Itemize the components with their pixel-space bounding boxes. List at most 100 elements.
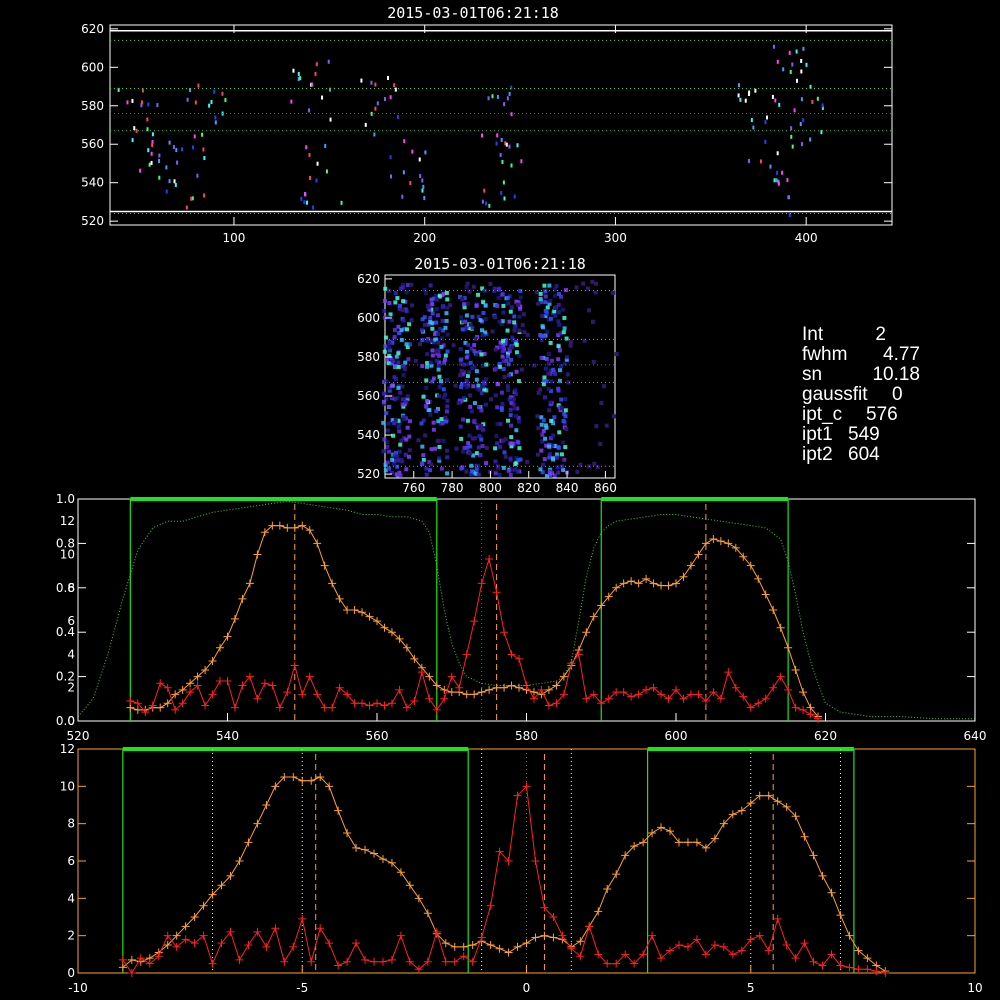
map-pixel — [556, 344, 561, 349]
orange-data-point — [500, 683, 509, 692]
map-pixel — [789, 69, 792, 74]
info-value: 4.77 — [883, 344, 920, 365]
map-pixel — [816, 96, 819, 101]
orange-data-point — [468, 941, 477, 949]
info-key: Int — [802, 324, 824, 345]
map-pixel — [499, 390, 504, 395]
map-pixel — [437, 384, 442, 389]
red-data-point — [507, 650, 516, 659]
map-pixel — [539, 422, 544, 427]
red-data-point — [156, 679, 165, 688]
y-tick-label: 6 — [67, 854, 75, 868]
red-data-point — [253, 694, 262, 703]
map-pixel — [506, 301, 511, 306]
orange-data-point — [612, 870, 621, 879]
red-data-point — [223, 677, 232, 686]
map-pixel — [194, 100, 197, 105]
map-pixel — [424, 150, 427, 155]
map-pixel — [546, 361, 551, 366]
map-pixel — [393, 291, 398, 296]
red-y-tick-label: 10 — [60, 548, 75, 562]
map-pixel — [387, 404, 392, 409]
map-pixel — [303, 192, 306, 197]
red-data-point — [417, 668, 426, 677]
map-pixel — [513, 414, 518, 419]
map-pixel — [381, 449, 386, 454]
map-pixel — [428, 283, 433, 288]
map-pixel — [407, 434, 412, 439]
map-pixel — [521, 312, 526, 317]
x-tick-label: 780 — [441, 481, 464, 495]
map-pixel — [409, 282, 414, 287]
map-pixel — [466, 441, 471, 446]
orange-data-point — [328, 579, 337, 588]
map-pixel — [474, 352, 479, 357]
orange-data-point — [582, 628, 591, 637]
map-pixel — [778, 102, 781, 107]
map-pixel — [514, 342, 519, 347]
red-data-point — [746, 703, 755, 712]
red-data-point — [809, 957, 818, 966]
red-data-point — [791, 954, 800, 963]
map-pixel — [305, 200, 308, 205]
map-pixel — [765, 115, 768, 120]
map-pixel — [469, 469, 474, 474]
map-pixel — [437, 353, 442, 358]
x-tick-label: 540 — [216, 729, 239, 743]
red-data-point — [791, 703, 800, 712]
map-pixel — [467, 370, 472, 375]
y-tick-label: 520 — [81, 214, 104, 228]
red-data-point — [208, 959, 217, 968]
map-pixel — [468, 404, 473, 409]
map-pixel — [511, 397, 516, 402]
profile-plot-velocity: -10 -5 0 5 10 0 2 4 6 8 10 12 — [60, 742, 983, 995]
y-tick-label: 540 — [81, 176, 104, 190]
map-pixel — [425, 352, 430, 357]
map-pixel — [146, 117, 149, 122]
map-pixel — [494, 433, 499, 438]
map-pixel — [754, 88, 757, 93]
map-pixel — [472, 401, 477, 406]
map-pixel — [439, 466, 444, 471]
map-pixel — [559, 452, 564, 457]
map-pixel — [389, 318, 394, 323]
info-key: ipt2 — [802, 444, 833, 465]
x-tick-label: 520 — [67, 729, 90, 743]
map-pixel — [396, 472, 401, 477]
x-tick-label: 800 — [479, 481, 502, 495]
red-data-point — [582, 694, 591, 703]
map-pixel — [557, 322, 562, 327]
map-pixel — [477, 387, 482, 392]
red-data-point — [361, 955, 370, 964]
map-pixel — [398, 442, 403, 447]
red-data-point — [387, 699, 396, 708]
map-pixel — [459, 362, 464, 367]
map-pixel — [559, 406, 564, 411]
map-pixel — [520, 159, 523, 164]
map-pixel — [503, 196, 506, 201]
map-pixel — [519, 367, 524, 372]
map-pixel — [297, 71, 300, 76]
map-pixel — [517, 446, 522, 451]
map-pixel — [501, 159, 504, 164]
map-pixel — [514, 428, 519, 433]
map-pixel — [201, 132, 204, 137]
map-pixel — [445, 448, 450, 453]
map-pixel — [484, 446, 489, 451]
map-pixel — [460, 465, 465, 470]
map-pixel — [401, 299, 406, 304]
map-pixel — [467, 451, 472, 456]
red-data-point — [253, 927, 262, 936]
red-data-point — [118, 955, 127, 964]
map-pixel — [775, 178, 778, 183]
orange-data-point — [358, 608, 367, 617]
map-pixel — [508, 413, 513, 418]
map-pixel — [536, 390, 541, 395]
red-data-point — [485, 554, 494, 563]
map-pixel — [381, 420, 386, 425]
map-pixel — [587, 308, 592, 313]
y-tick-label: 10 — [60, 779, 75, 793]
red-data-point — [544, 701, 553, 710]
map-pixel — [557, 430, 562, 435]
map-pixel — [399, 328, 404, 333]
